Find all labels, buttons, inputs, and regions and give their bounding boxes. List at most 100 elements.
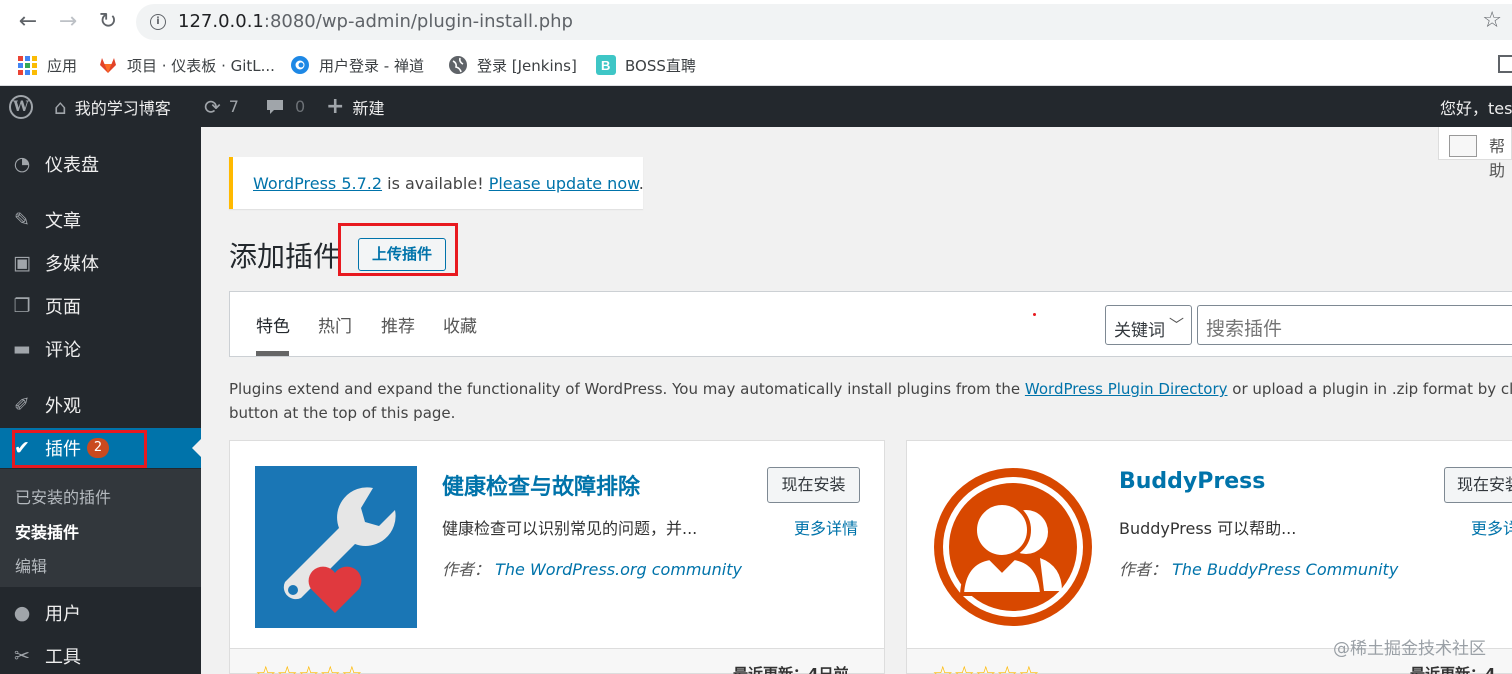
more-details-link[interactable]: 更多详情 xyxy=(1471,515,1512,539)
notice-end: . xyxy=(638,174,644,193)
annotation-dot xyxy=(1033,313,1036,316)
address-bar[interactable]: i 127.0.0.1:8080/wp-admin/plugin-install… xyxy=(136,4,1512,40)
tab-popular[interactable]: 热门 xyxy=(318,312,352,337)
version-link[interactable]: WordPress 5.7.2 xyxy=(253,174,382,193)
zentao-icon xyxy=(291,56,309,74)
help-label: 帮助 xyxy=(1489,137,1506,180)
home-icon: ⌂ xyxy=(54,94,67,119)
back-icon[interactable]: ← xyxy=(16,10,40,34)
wrench-icon: ✂ xyxy=(14,645,30,667)
tab-favorites[interactable]: 收藏 xyxy=(443,312,477,337)
notice-text: is available! xyxy=(382,174,489,193)
updates-menu[interactable]: ⟳ 7 xyxy=(204,86,239,127)
new-content-menu[interactable]: + 新建 xyxy=(326,86,384,127)
bookmark-label: BOSS直聘 xyxy=(625,56,696,75)
updates-icon: ⟳ xyxy=(204,94,221,119)
install-now-button[interactable]: 现在安装 xyxy=(767,467,860,503)
author-prefix: 作者： xyxy=(1119,560,1168,579)
sidebar-item-comments[interactable]: ▬ 评论 xyxy=(0,329,201,369)
watermark-text: @稀土掘金技术社区 xyxy=(1333,639,1486,659)
sidebar-item-label: 仪表盘 xyxy=(45,155,99,176)
bookmark-boss[interactable]: B BOSS直聘 xyxy=(596,54,696,76)
buddypress-plugin-icon[interactable] xyxy=(932,466,1094,628)
health-check-plugin-icon[interactable] xyxy=(255,466,417,628)
svg-text:B: B xyxy=(601,58,610,73)
reload-icon[interactable]: ↻ xyxy=(96,10,120,34)
gitlab-icon xyxy=(100,58,116,73)
sidebar-item-pages[interactable]: ❐ 页面 xyxy=(0,286,201,326)
last-updated: 最近更新：4 xyxy=(1410,665,1496,674)
sidebar-item-media[interactable]: ▣ 多媒体 xyxy=(0,243,201,283)
sidebar-item-users[interactable]: ● 用户 xyxy=(0,593,201,633)
plugin-description: 健康检查可以识别常见的问题，并... xyxy=(442,519,698,538)
submenu-editor[interactable]: 编辑 xyxy=(15,553,47,577)
bookmark-gitlab[interactable]: 项目 · 仪表板 · GitL... xyxy=(98,54,275,76)
sidebar-item-label: 多媒体 xyxy=(45,254,99,275)
comment-bubble-icon xyxy=(267,99,283,114)
wp-logo-menu[interactable]: W xyxy=(9,86,33,127)
reading-list-icon[interactable] xyxy=(1498,55,1512,73)
search-type-select[interactable]: 关键词 ﹀ xyxy=(1105,305,1192,345)
sidebar-item-tools[interactable]: ✂ 工具 xyxy=(0,636,201,674)
update-notice: WordPress 5.7.2 is available! Please upd… xyxy=(229,157,644,209)
plugin-name[interactable]: 健康检查与故障排除 xyxy=(442,469,640,501)
bookmark-zentao[interactable]: 用户登录 - 禅道 xyxy=(290,54,424,76)
plugin-description: BuddyPress 可以帮助... xyxy=(1119,519,1297,538)
pushpin-icon: ✎ xyxy=(14,209,30,231)
browser-toolbar: ← → ↻ i 127.0.0.1:8080/wp-admin/plugin-i… xyxy=(0,0,1512,45)
plugin-author: 作者： The BuddyPress Community xyxy=(1119,556,1398,580)
author-link[interactable]: The WordPress.org community xyxy=(495,560,742,579)
plugin-card: 健康检查与故障排除 健康检查可以识别常见的问题，并... 作者： The Wor… xyxy=(229,440,885,674)
search-plugins-input[interactable] xyxy=(1197,305,1512,345)
site-name-menu[interactable]: ⌂ 我的学习博客 xyxy=(54,86,171,127)
media-icon: ▣ xyxy=(13,252,31,274)
author-link[interactable]: The BuddyPress Community xyxy=(1172,560,1398,579)
url-text[interactable]: 127.0.0.1:8080/wp-admin/plugin-install.p… xyxy=(178,11,573,32)
paintbrush-icon: ✐ xyxy=(14,394,30,416)
sidebar-item-label: 评论 xyxy=(45,340,81,361)
sidebar-item-label: 用户 xyxy=(45,604,81,625)
desc-line2: button at the top of this page. xyxy=(229,404,456,422)
bookmark-star-icon[interactable]: ☆ xyxy=(1482,8,1502,33)
highlight-box-plugins xyxy=(12,430,147,468)
users-icon: ● xyxy=(13,602,31,624)
more-details-link[interactable]: 更多详情 xyxy=(794,515,858,539)
wordpress-logo-icon: W xyxy=(9,94,33,119)
chevron-down-icon: ﹀ xyxy=(1168,316,1184,334)
plugins-description: Plugins extend and expand the functional… xyxy=(229,377,1512,425)
rating-stars: ☆☆☆☆☆ xyxy=(932,661,1040,674)
plus-icon: + xyxy=(326,94,345,119)
highlight-box-upload xyxy=(338,223,458,276)
plugin-name[interactable]: BuddyPress xyxy=(1119,469,1265,494)
plugin-directory-link[interactable]: WordPress Plugin Directory xyxy=(1025,380,1228,398)
author-prefix: 作者： xyxy=(442,560,491,579)
active-indicator xyxy=(192,439,201,457)
sidebar-item-label: 页面 xyxy=(45,297,81,318)
dashboard-icon: ◔ xyxy=(13,153,31,175)
wp-admin-bar: W ⌂ 我的学习博客 ⟳ 7 0 + 新建 您好，tes xyxy=(0,86,1512,127)
bookmark-apps[interactable]: 应用 xyxy=(18,54,77,76)
update-now-link[interactable]: Please update now xyxy=(489,174,639,193)
submenu-add-plugins[interactable]: 安装插件 xyxy=(15,519,79,543)
account-menu[interactable]: 您好，tes xyxy=(1440,86,1512,127)
submenu-installed-plugins[interactable]: 已安装的插件 xyxy=(15,484,111,508)
tab-recommended[interactable]: 推荐 xyxy=(381,312,415,337)
comments-count: 0 xyxy=(295,97,306,116)
bookmark-label: 项目 · 仪表板 · GitL... xyxy=(127,56,275,75)
forward-icon[interactable]: → xyxy=(56,10,80,34)
bookmark-jenkins[interactable]: 登录 [Jenkins] xyxy=(448,54,577,76)
help-tab[interactable]: 帮助 xyxy=(1438,127,1512,180)
last-updated: 最近更新：4日前 xyxy=(733,665,849,674)
sidebar-item-appearance[interactable]: ✐ 外观 xyxy=(0,385,201,425)
apps-grid-icon xyxy=(18,55,37,75)
comments-menu[interactable]: 0 xyxy=(265,86,305,127)
new-label: 新建 xyxy=(352,98,385,118)
page-title: 添加插件 xyxy=(229,240,342,273)
boss-icon: B xyxy=(596,55,616,75)
tab-featured[interactable]: 特色 xyxy=(256,312,290,337)
sidebar-item-posts[interactable]: ✎ 文章 xyxy=(0,200,201,240)
tab-active-underline xyxy=(256,351,289,356)
sidebar-item-dashboard[interactable]: ◔ 仪表盘 xyxy=(0,144,201,184)
site-info-icon[interactable]: i xyxy=(150,14,166,30)
install-now-button[interactable]: 现在安装 xyxy=(1444,467,1512,503)
